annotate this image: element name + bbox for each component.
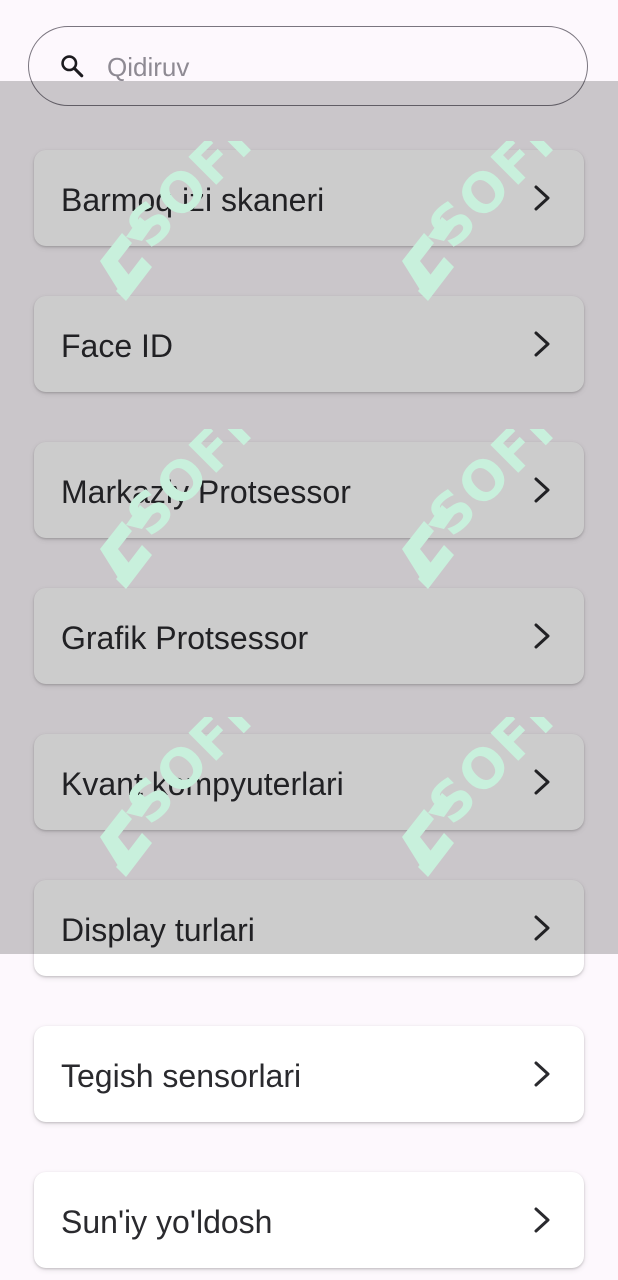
list-item-label: Sun'iy yo'ldosh [61, 1204, 273, 1240]
list-item-label: Barmoq izi skaneri [61, 182, 325, 218]
chevron-right-icon [534, 769, 550, 795]
chevron-right-icon [534, 477, 550, 503]
list-item-label: Tegish sensorlari [61, 1058, 302, 1094]
search-bar[interactable] [28, 26, 588, 106]
list-item-label: Face ID [61, 328, 174, 364]
list-item-kvant-kompyuterlari[interactable]: Kvant kompyuterlari [34, 734, 584, 830]
list-item-markaziy-protsessor[interactable]: Markaziy Protsessor [34, 442, 584, 538]
chevron-right-icon [534, 331, 550, 357]
chevron-right-icon [534, 623, 550, 649]
chevron-right-icon [534, 915, 550, 941]
list-item-label: Grafik Protsessor [61, 620, 309, 656]
list-item-display-turlari[interactable]: Display turlari [34, 880, 584, 976]
list-item-label: Markaziy Protsessor [61, 474, 351, 510]
list-item-suniy-yoldosh[interactable]: Sun'iy yo'ldosh [34, 1172, 584, 1268]
chevron-right-icon [534, 1061, 550, 1087]
search-input[interactable] [107, 47, 547, 87]
search-icon [61, 55, 84, 78]
list-item-grafik-protsessor[interactable]: Grafik Protsessor [34, 588, 584, 684]
list-item-face-id[interactable]: Face ID [34, 296, 584, 392]
chevron-right-icon [534, 1207, 550, 1233]
list-item-tegish-sensorlari[interactable]: Tegish sensorlari [34, 1026, 584, 1122]
list-item-label: Kvant kompyuterlari [61, 766, 344, 802]
list-item-label: Display turlari [61, 912, 255, 948]
chevron-right-icon [534, 185, 550, 211]
list-item-barmoq-izi-skaneri[interactable]: Barmoq izi skaneri [34, 150, 584, 246]
